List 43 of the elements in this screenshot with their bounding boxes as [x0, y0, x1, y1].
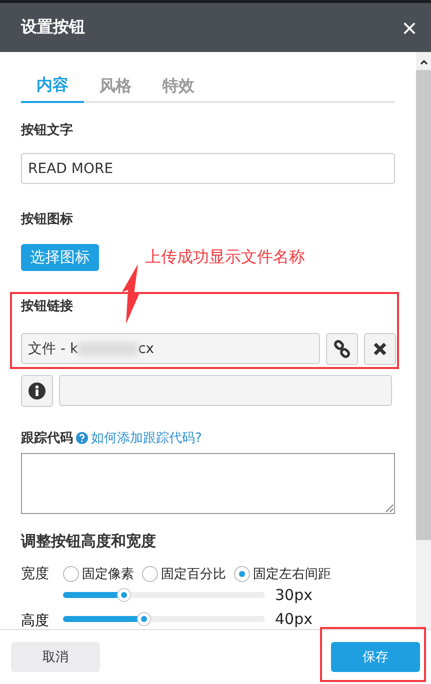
radio-button[interactable] — [142, 566, 158, 582]
help-icon — [76, 432, 88, 444]
field-label: 按钮文字 — [21, 122, 74, 139]
slider-thumb[interactable] — [136, 612, 151, 626]
cancel-button[interactable]: 取消 — [11, 642, 100, 672]
remove-button[interactable] — [364, 333, 396, 365]
field-label: 跟踪代码 — [21, 430, 73, 447]
tab[interactable]: 风格 — [84, 72, 147, 103]
radio-button[interactable] — [234, 566, 250, 582]
tab[interactable]: 特效 — [147, 72, 210, 103]
input-field[interactable]: READ MORE — [21, 153, 395, 184]
tracking-code-field[interactable] — [21, 453, 395, 514]
save-button[interactable]: 保存 — [331, 642, 420, 672]
close-button[interactable]: × — [402, 14, 417, 40]
annotation-text: 上传成功显示文件名称 — [145, 247, 305, 268]
info-icon — [28, 382, 46, 400]
close-icon — [373, 342, 387, 356]
link-button[interactable] — [326, 333, 358, 365]
caret-up-icon[interactable] — [419, 58, 429, 66]
slider-thumb[interactable] — [116, 588, 131, 602]
link-field[interactable]: 文件 - k cx — [21, 333, 320, 364]
radio-label: 固定像素 — [82, 566, 134, 583]
help-link[interactable]: 如何添加跟踪代码? — [91, 429, 202, 447]
radio-label: 固定左右间距 — [253, 566, 331, 583]
dialog-title: 设置按钮 — [21, 17, 85, 38]
input-field[interactable] — [59, 375, 392, 406]
radio-button[interactable] — [63, 566, 79, 582]
field-label: 按钮图标 — [21, 211, 74, 228]
field-value: 文件 - k — [28, 340, 78, 358]
choose-icon-button[interactable]: 选择图标 — [21, 244, 99, 271]
field-value: cx — [138, 340, 154, 356]
section-heading: 调整按钮高度和宽度 — [21, 532, 157, 551]
annotation-arrow — [122, 264, 142, 324]
radio-label: 固定百分比 — [161, 566, 226, 583]
field-label: 宽度 — [21, 565, 50, 583]
field-label: 高度 — [21, 612, 50, 629]
link-icon — [333, 340, 351, 358]
info-button[interactable] — [21, 375, 53, 407]
slider-value: 30px — [275, 586, 312, 604]
slider-value: 40px — [275, 610, 312, 628]
field-label: 按钮链接 — [21, 298, 74, 315]
tab[interactable]: 内容 — [21, 72, 84, 103]
scrollbar[interactable] — [416, 52, 431, 629]
